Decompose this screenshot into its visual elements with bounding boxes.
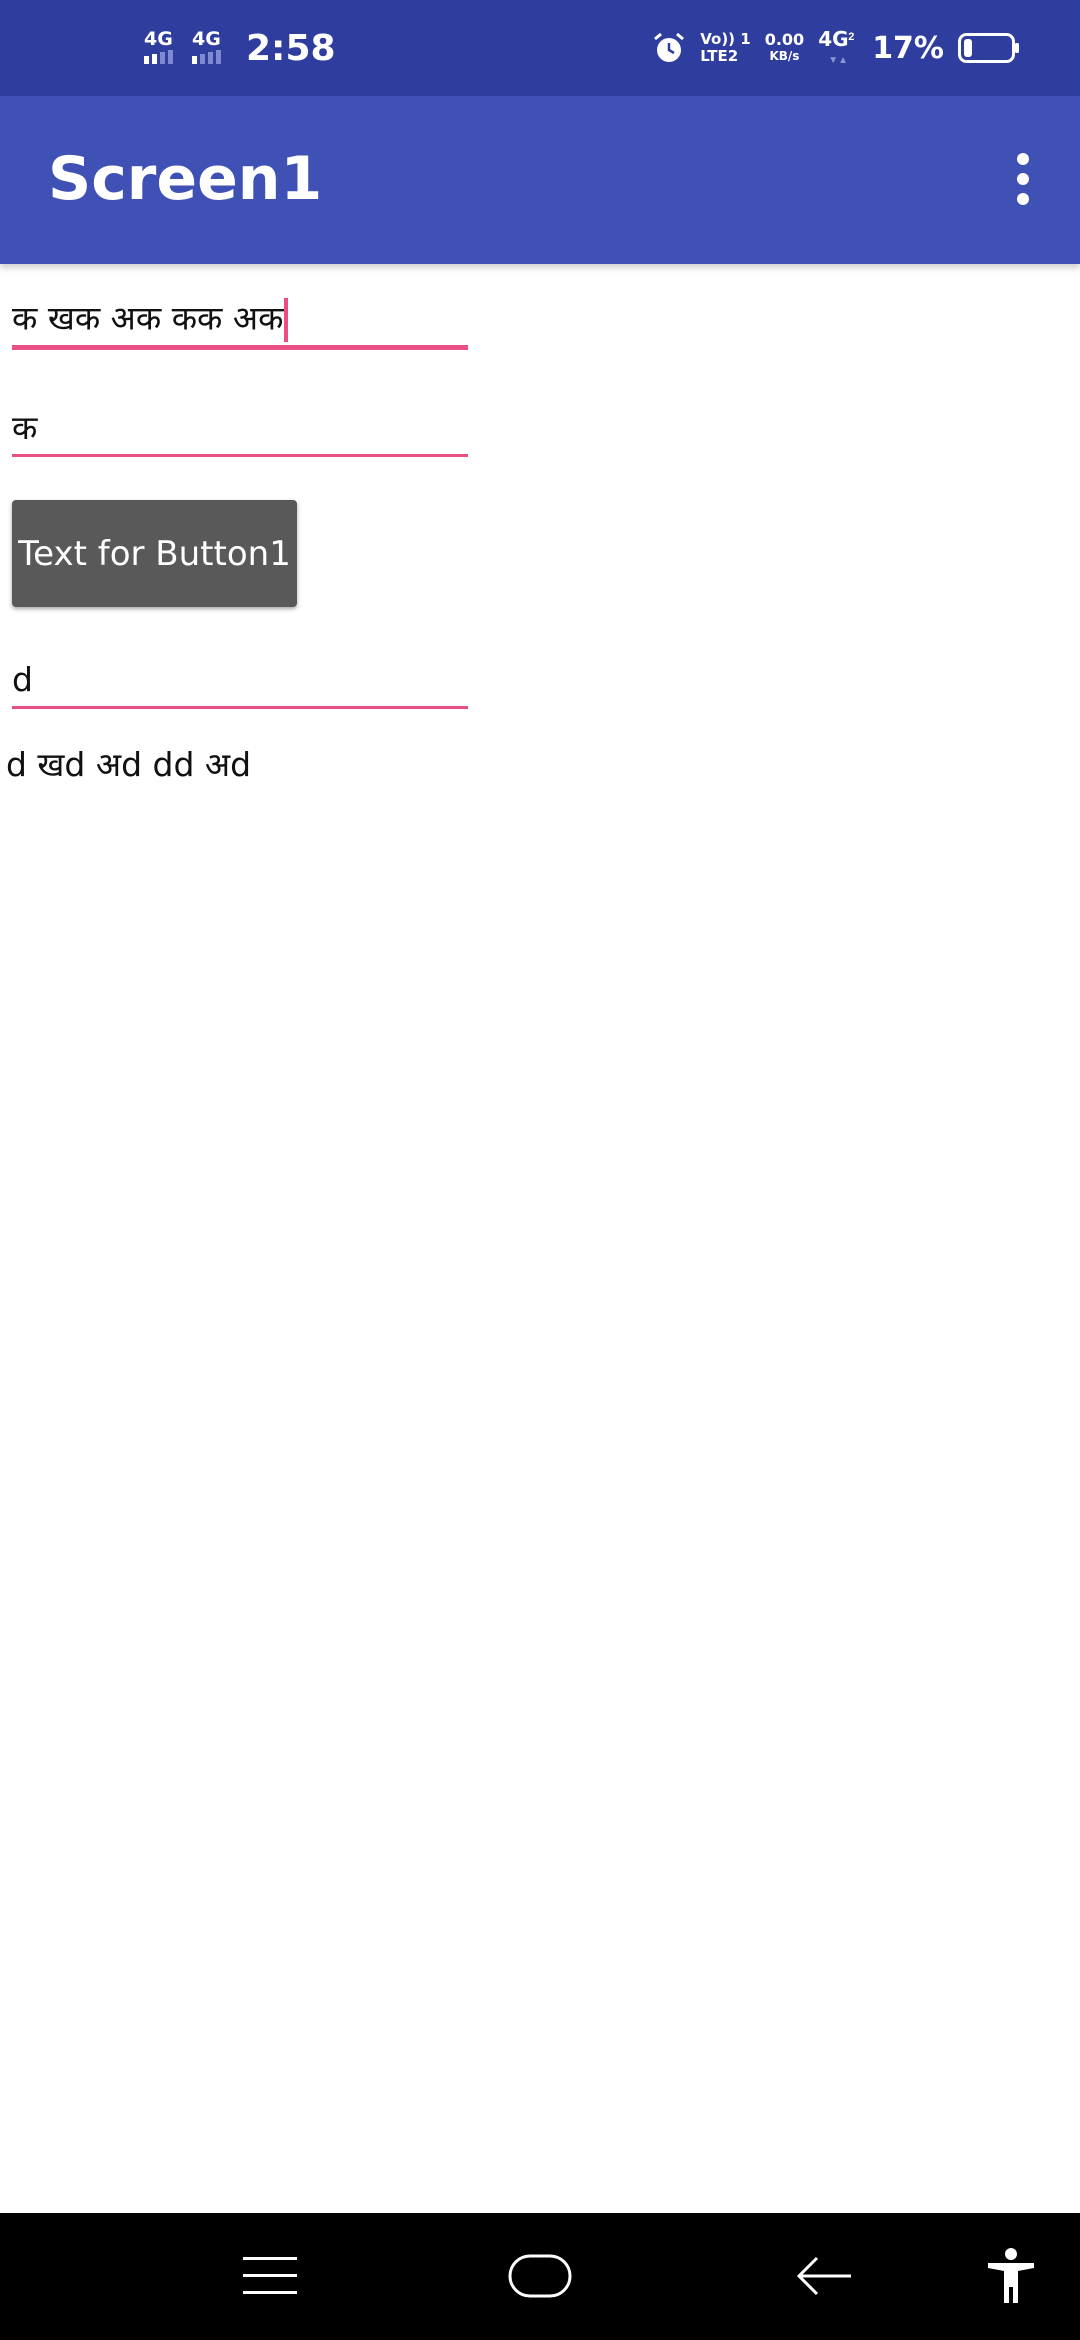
- more-vert-icon: [1017, 153, 1029, 205]
- speed-value: 0.00: [764, 30, 805, 49]
- network-indicator-sim2: 4G: [190, 28, 230, 68]
- navigation-bar: [0, 2213, 1080, 2340]
- network-type-label: 4G: [818, 27, 849, 51]
- label1: d खd अd dd अd: [6, 745, 252, 784]
- network-indicator-sim1: 4G: [142, 28, 182, 68]
- nav-menu-button[interactable]: [230, 2233, 310, 2319]
- back-icon: [796, 2256, 851, 2296]
- network-type-label: 4G: [192, 28, 221, 50]
- volte-top-label: Vo)) 1: [700, 30, 751, 48]
- app-bar: Screen1: [0, 96, 1080, 264]
- overflow-menu-button[interactable]: [990, 146, 1056, 212]
- status-time: 2:58: [246, 27, 336, 69]
- textbox2-underline: [12, 454, 468, 457]
- button1[interactable]: Text for Button1: [12, 500, 297, 607]
- signal-icon: [144, 50, 173, 64]
- nav-back-button[interactable]: [784, 2233, 864, 2319]
- nav-accessibility-button[interactable]: [976, 2233, 1046, 2319]
- textbox1[interactable]: क खक अक कक अक: [12, 298, 468, 354]
- status-bar-left: 4G 4G 2:58: [142, 0, 336, 96]
- volte-bottom-label: LTE2: [700, 47, 739, 65]
- textbox3[interactable]: d: [12, 660, 468, 712]
- page-title: Screen1: [48, 144, 323, 214]
- accessibility-icon: [988, 2248, 1034, 2303]
- data-activity-icon: ▼▲: [828, 55, 848, 66]
- volte-indicator: Vo)) 1 LTE2: [700, 31, 750, 65]
- battery-percent: 17%: [872, 30, 944, 66]
- home-icon: [508, 2254, 572, 2298]
- battery-icon: [958, 33, 1019, 63]
- network-speed: 0.00 KB/s: [765, 31, 804, 65]
- network-sub-label: 2: [848, 31, 855, 43]
- menu-icon: [243, 2257, 297, 2294]
- status-bar-right: Vo)) 1 LTE2 0.00 KB/s 4G 2 ▼▲ 17%: [638, 0, 1020, 96]
- network-indicator-4g2: 4G 2 ▼▲: [818, 27, 858, 69]
- status-bar: 4G 4G 2:58 Vo)) 1 LTE2 0.00 KB/s 4G 2 ▼▲…: [0, 0, 1080, 96]
- signal-icon: [192, 50, 221, 64]
- textbox1-value[interactable]: क खक अक कक अक: [12, 298, 468, 342]
- textbox3-underline: [12, 706, 468, 709]
- textbox3-value[interactable]: d: [12, 660, 468, 700]
- textbox2[interactable]: क: [12, 408, 468, 460]
- alarm-icon: [654, 32, 685, 62]
- network-type-label: 4G: [144, 28, 173, 50]
- text-caret: [284, 298, 289, 342]
- nav-home-button[interactable]: [500, 2233, 580, 2319]
- battery-fill: [964, 39, 972, 57]
- textbox1-underline: [12, 345, 468, 350]
- textbox1-text: क खक अक कक अक: [12, 298, 284, 338]
- textbox2-value[interactable]: क: [12, 408, 468, 448]
- speed-unit: KB/s: [769, 49, 800, 63]
